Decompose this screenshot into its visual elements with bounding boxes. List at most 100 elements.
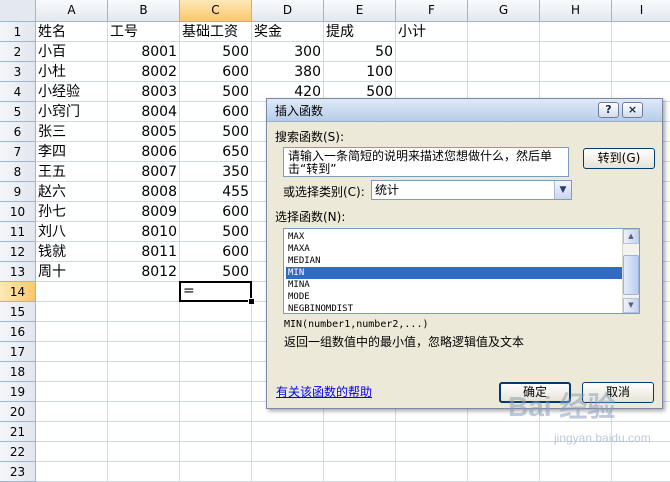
row-header-10[interactable]: 10 xyxy=(0,202,36,222)
function-item-maxa[interactable]: MAXA xyxy=(286,243,624,255)
function-item-mode[interactable]: MODE xyxy=(286,291,624,303)
column-header-f[interactable]: F xyxy=(396,0,468,22)
cell-i1[interactable] xyxy=(612,22,670,42)
cell-i21[interactable] xyxy=(612,422,670,442)
cell-b8[interactable]: 8007 xyxy=(108,162,180,182)
cell-i2[interactable] xyxy=(612,42,670,62)
search-function-input[interactable]: 请输入一条简短的说明来描述您想做什么，然后单击“转到” xyxy=(283,147,569,177)
cell-d3[interactable]: 380 xyxy=(252,62,324,82)
ok-button[interactable]: 确定 xyxy=(499,382,571,403)
cell-a13[interactable]: 周十 xyxy=(36,262,108,282)
row-header-14[interactable]: 14 xyxy=(0,282,36,302)
cell-a20[interactable] xyxy=(36,402,108,422)
function-item-mina[interactable]: MINA xyxy=(286,279,624,291)
cell-c2[interactable]: 500 xyxy=(180,42,252,62)
cell-f23[interactable] xyxy=(396,462,468,482)
cell-c16[interactable] xyxy=(180,322,252,342)
cell-c22[interactable] xyxy=(180,442,252,462)
cell-f3[interactable] xyxy=(396,62,468,82)
cell-b16[interactable] xyxy=(108,322,180,342)
column-header-h[interactable]: H xyxy=(540,0,612,22)
function-item-negbinomdist[interactable]: NEGBINOMDIST xyxy=(286,303,624,313)
column-header-c[interactable]: C xyxy=(180,0,252,22)
cell-b14[interactable] xyxy=(108,282,180,302)
cell-b5[interactable]: 8004 xyxy=(108,102,180,122)
row-header-3[interactable]: 3 xyxy=(0,62,36,82)
cell-c7[interactable]: 650 xyxy=(180,142,252,162)
cell-c23[interactable] xyxy=(180,462,252,482)
cell-e1[interactable]: 提成 xyxy=(324,22,396,42)
column-header-b[interactable]: B xyxy=(108,0,180,22)
close-button[interactable]: × xyxy=(622,102,643,118)
cell-d1[interactable]: 奖金 xyxy=(252,22,324,42)
cell-a7[interactable]: 李四 xyxy=(36,142,108,162)
cell-i22[interactable] xyxy=(612,442,670,462)
cell-f21[interactable] xyxy=(396,422,468,442)
cell-b19[interactable] xyxy=(108,382,180,402)
cell-c5[interactable]: 600 xyxy=(180,102,252,122)
cell-c12[interactable]: 600 xyxy=(180,242,252,262)
category-select[interactable]: 统计 ▼ xyxy=(371,180,572,200)
cell-i23[interactable] xyxy=(612,462,670,482)
cell-h22[interactable] xyxy=(540,442,612,462)
cell-a11[interactable]: 刘八 xyxy=(36,222,108,242)
cell-h23[interactable] xyxy=(540,462,612,482)
cell-b9[interactable]: 8008 xyxy=(108,182,180,202)
cell-d21[interactable] xyxy=(252,422,324,442)
cell-a5[interactable]: 小窍门 xyxy=(36,102,108,122)
cell-a4[interactable]: 小经验 xyxy=(36,82,108,102)
scroll-down-icon[interactable]: ▼ xyxy=(623,298,639,313)
cell-a1[interactable]: 姓名 xyxy=(36,22,108,42)
function-item-median[interactable]: MEDIAN xyxy=(286,255,624,267)
cell-b12[interactable]: 8011 xyxy=(108,242,180,262)
cell-a15[interactable] xyxy=(36,302,108,322)
row-header-19[interactable]: 19 xyxy=(0,382,36,402)
row-header-17[interactable]: 17 xyxy=(0,342,36,362)
cell-c8[interactable]: 350 xyxy=(180,162,252,182)
cell-g22[interactable] xyxy=(468,442,540,462)
cell-c4[interactable]: 500 xyxy=(180,82,252,102)
cell-g2[interactable] xyxy=(468,42,540,62)
cell-c15[interactable] xyxy=(180,302,252,322)
cell-b15[interactable] xyxy=(108,302,180,322)
cell-a21[interactable] xyxy=(36,422,108,442)
cell-h3[interactable] xyxy=(540,62,612,82)
column-header-g[interactable]: G xyxy=(468,0,540,22)
cell-b22[interactable] xyxy=(108,442,180,462)
cell-c11[interactable]: 500 xyxy=(180,222,252,242)
cell-b11[interactable]: 8010 xyxy=(108,222,180,242)
cell-a6[interactable]: 张三 xyxy=(36,122,108,142)
cell-f2[interactable] xyxy=(396,42,468,62)
column-header-e[interactable]: E xyxy=(324,0,396,22)
cell-e2[interactable]: 50 xyxy=(324,42,396,62)
cell-a3[interactable]: 小杜 xyxy=(36,62,108,82)
cell-b10[interactable]: 8009 xyxy=(108,202,180,222)
cell-b20[interactable] xyxy=(108,402,180,422)
row-header-2[interactable]: 2 xyxy=(0,42,36,62)
scroll-up-icon[interactable]: ▲ xyxy=(623,229,639,244)
help-button[interactable]: ? xyxy=(598,102,619,118)
cell-a12[interactable]: 钱就 xyxy=(36,242,108,262)
cell-c1[interactable]: 基础工资 xyxy=(180,22,252,42)
row-header-18[interactable]: 18 xyxy=(0,362,36,382)
row-header-11[interactable]: 11 xyxy=(0,222,36,242)
row-header-12[interactable]: 12 xyxy=(0,242,36,262)
row-header-4[interactable]: 4 xyxy=(0,82,36,102)
cell-g21[interactable] xyxy=(468,422,540,442)
column-header-i[interactable]: I xyxy=(612,0,670,22)
cell-c13[interactable]: 500 xyxy=(180,262,252,282)
cell-b2[interactable]: 8001 xyxy=(108,42,180,62)
cell-a2[interactable]: 小百 xyxy=(36,42,108,62)
cell-c3[interactable]: 600 xyxy=(180,62,252,82)
cell-a14[interactable] xyxy=(36,282,108,302)
cell-f22[interactable] xyxy=(396,442,468,462)
dialog-titlebar[interactable]: 插入函数 ? × xyxy=(267,99,662,122)
row-header-8[interactable]: 8 xyxy=(0,162,36,182)
row-header-22[interactable]: 22 xyxy=(0,442,36,462)
cell-b18[interactable] xyxy=(108,362,180,382)
cell-b13[interactable]: 8012 xyxy=(108,262,180,282)
cell-c18[interactable] xyxy=(180,362,252,382)
active-cell-editor[interactable]: = xyxy=(179,281,252,302)
cell-e23[interactable] xyxy=(324,462,396,482)
function-list[interactable]: MAX MAXA MEDIAN MIN MINA MODE NEGBINOMDIST ▲ ▼ xyxy=(283,228,640,314)
